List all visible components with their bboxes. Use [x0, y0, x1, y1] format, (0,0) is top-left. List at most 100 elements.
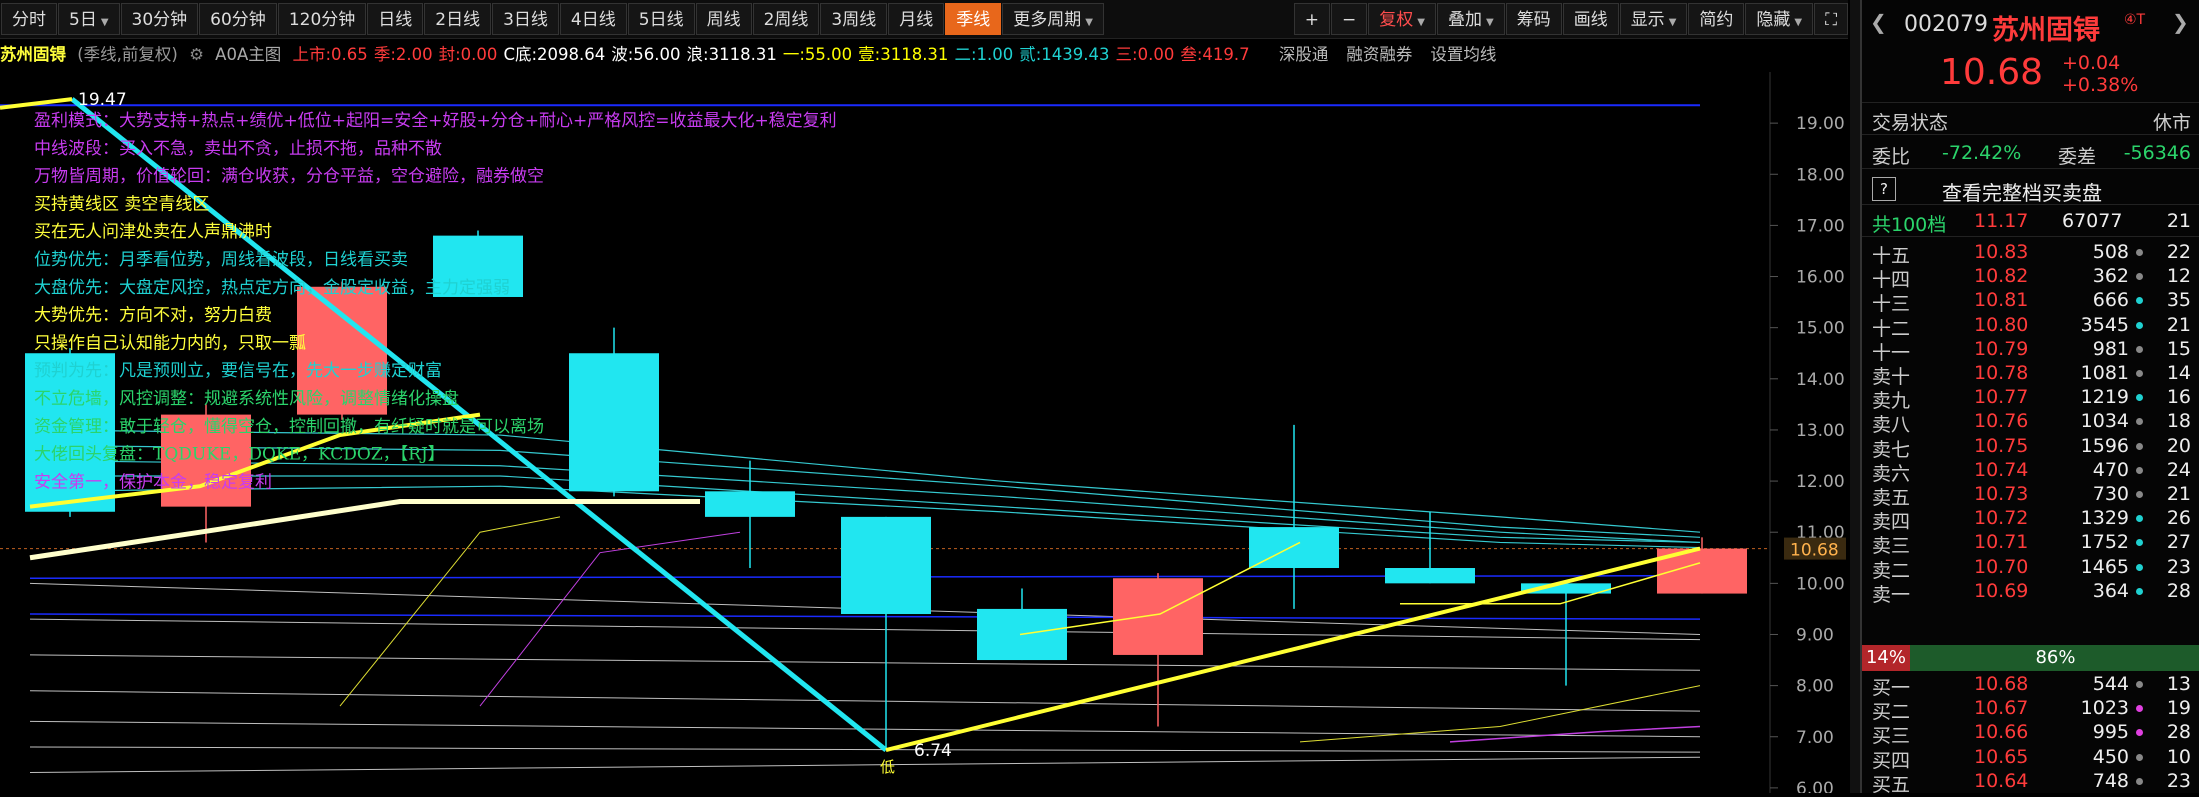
weicha-label: 委差: [2058, 146, 2097, 168]
period-tab-15[interactable]: 更多周期 ▼: [1002, 3, 1104, 35]
level-dot-icon: [2136, 491, 2143, 498]
orderbook-row[interactable]: 买一 10.68 544 13: [1862, 672, 2199, 699]
strategy-note: 资金管理：敢于轻仓，懂得空仓，控制回撤，有纤疑时就是可以离场: [34, 417, 544, 437]
orderbook-row[interactable]: 卖八 10.76 1034 18: [1862, 409, 2199, 436]
period-tab-7[interactable]: 3日线: [492, 3, 559, 35]
orderbook-row[interactable]: 卖四 10.72 1329 26: [1862, 506, 2199, 533]
orderbook-row[interactable]: 卖五 10.73 730 21: [1862, 482, 2199, 509]
period-tab-3[interactable]: 60分钟: [199, 3, 277, 35]
blue-level-line: [29, 613, 1701, 620]
level-price: 10.66: [1974, 721, 2029, 744]
panel-collapse-handle[interactable]: [1850, 0, 1860, 793]
orderbook-row[interactable]: 买三 10.66 995 28: [1862, 720, 2199, 747]
strategy-note: 盈利模式：大势支持+热点+绩优+低位+起阳=安全+好股+分仓+耐心+严格风控=收…: [34, 111, 837, 131]
period-tab-0[interactable]: 分时: [1, 3, 57, 35]
indicator-link[interactable]: 融资融券: [1346, 45, 1412, 64]
orderbook-row[interactable]: 卖一 10.69 364 28: [1862, 579, 2199, 606]
sell-ratio: 86%: [1910, 645, 2199, 671]
stock-name-title: 苏州固锝: [1992, 15, 2100, 46]
orderbook-row[interactable]: 卖七 10.75 1596 20: [1862, 434, 2199, 461]
tool-button-2[interactable]: 复权 ▼: [1368, 3, 1436, 35]
level-dot-icon: [2136, 273, 2143, 281]
chart-mode: (季线,前复权): [77, 45, 178, 64]
tool-button-4[interactable]: 筹码: [1505, 3, 1562, 35]
trend-line: [29, 746, 1701, 753]
orderbook-button[interactable]: 查看完整档买卖盘: [1942, 177, 2102, 206]
level-dot-icon: [2136, 587, 2143, 595]
tool-button-3[interactable]: 叠加 ▼: [1436, 3, 1505, 35]
orderbook-button-row[interactable]: ? 查看完整档买卖盘: [1862, 174, 2199, 205]
level-dot-icon: [2136, 297, 2143, 305]
orderbook-row[interactable]: 买四 10.65 450 10: [1862, 745, 2199, 772]
period-tab-13[interactable]: 月线: [888, 3, 945, 35]
level-price: 10.70: [1974, 555, 2029, 578]
period-tab-9[interactable]: 5日线: [627, 3, 695, 35]
period-tab-14[interactable]: 季线: [945, 3, 1002, 35]
orderbook-row[interactable]: 卖二 10.70 1465 23: [1862, 555, 2199, 582]
indicator-link[interactable]: 设置均线: [1430, 45, 1496, 64]
tool-button-0[interactable]: +: [1293, 3, 1331, 35]
total-price: 11.17: [1974, 210, 2029, 232]
orderbook-row[interactable]: 卖九 10.77 1219 16: [1862, 385, 2199, 412]
status-label: 交易状态: [1872, 112, 1949, 134]
help-icon[interactable]: ?: [1872, 177, 1896, 201]
level-count: 13: [2166, 673, 2191, 695]
stock-tag: ④T: [2124, 12, 2146, 28]
purple-line: [1449, 725, 1701, 743]
yellow-top-segment: [0, 97, 73, 110]
candlestick-chart[interactable]: 19.00 18.00 17.00 16.00 15.00 14.00 13.00 12.00…: [0, 72, 1848, 793]
period-tab-6[interactable]: 2日线: [424, 3, 492, 35]
indicator-value: 上市:0.65: [292, 45, 368, 64]
yellow-thin-line: [339, 516, 561, 707]
buy-ratio: 14%: [1862, 645, 1910, 671]
level-count: 22: [2166, 241, 2191, 263]
indicator-value: 三:0.00: [1115, 45, 1175, 64]
orderbook-row[interactable]: 卖三 10.71 1752 27: [1862, 530, 2199, 557]
panel-back-icon[interactable]: ❮: [1870, 10, 1887, 34]
orderbook-row[interactable]: 买五 10.64 748 23: [1862, 769, 2199, 796]
level-volume: 362: [2092, 265, 2129, 288]
orderbook-row[interactable]: 十四 10.82 362 12: [1862, 264, 2199, 291]
level-volume: 3545: [2080, 313, 2129, 336]
level-volume: 730: [2092, 483, 2129, 505]
strategy-note: 大佬回头复盘：TQDUKE，DQKE，KCDOZ，【RJ】: [34, 445, 445, 465]
level-price: 10.68: [1974, 673, 2029, 695]
tool-button-8[interactable]: 隐藏 ▼: [1745, 3, 1814, 35]
period-tab-2[interactable]: 30分钟: [120, 3, 199, 35]
tool-button-1[interactable]: −: [1331, 3, 1368, 35]
strategy-note: 中线波段：买入不急，卖出不贪，止损不拖，品种不散: [34, 139, 442, 159]
tool-button-7[interactable]: 简约: [1688, 3, 1745, 35]
period-tab-5[interactable]: 日线: [367, 3, 424, 35]
level-price: 10.72: [1974, 507, 2029, 530]
orderbook-row[interactable]: 十三 10.81 666 35: [1862, 288, 2199, 315]
level-volume: 544: [2092, 673, 2129, 695]
low-price-label: 6.74: [914, 741, 952, 761]
period-tab-12[interactable]: 3周线: [820, 3, 888, 35]
orderbook-row[interactable]: 卖十 10.78 1081 14: [1862, 361, 2199, 388]
orderbook-row[interactable]: 买二 10.67 1023 19: [1862, 696, 2199, 723]
level-dot-icon: [2136, 777, 2143, 785]
level-price: 10.76: [1974, 410, 2029, 433]
orderbook-row[interactable]: 十一 10.79 981 15: [1862, 337, 2199, 364]
tool-button-6[interactable]: 显示 ▼: [1619, 3, 1688, 35]
tool-button-5[interactable]: 画线: [1562, 3, 1619, 35]
fullscreen-icon[interactable]: ⛶: [1814, 3, 1848, 35]
total-levels-label: 共100档: [1872, 214, 1947, 236]
period-tab-1[interactable]: 5日 ▼: [58, 3, 120, 35]
orderbook-row[interactable]: 十二 10.80 3545 21: [1862, 313, 2199, 340]
period-tab-8[interactable]: 4日线: [559, 3, 627, 35]
period-tab-4[interactable]: 120分钟: [277, 3, 367, 35]
level-dot-icon: [2136, 394, 2143, 402]
orderbook-row[interactable]: 十五 10.83 508 22: [1862, 240, 2199, 267]
orderbook-row[interactable]: 卖六 10.74 470 24: [1862, 458, 2199, 485]
y-tick-label: 15.00: [1796, 319, 1845, 339]
period-tab-11[interactable]: 2周线: [752, 3, 820, 35]
period-tab-10[interactable]: 周线: [695, 3, 752, 35]
panel-forward-icon[interactable]: ❯: [2172, 10, 2189, 34]
purple-line: [479, 531, 741, 707]
formula-name[interactable]: A0A主图: [215, 45, 281, 64]
y-tick-label: 8.00: [1796, 677, 1834, 697]
indicator-link[interactable]: 深股通: [1279, 45, 1329, 64]
level-price: 10.75: [1974, 434, 2029, 457]
gear-icon[interactable]: ⚙: [189, 45, 204, 64]
